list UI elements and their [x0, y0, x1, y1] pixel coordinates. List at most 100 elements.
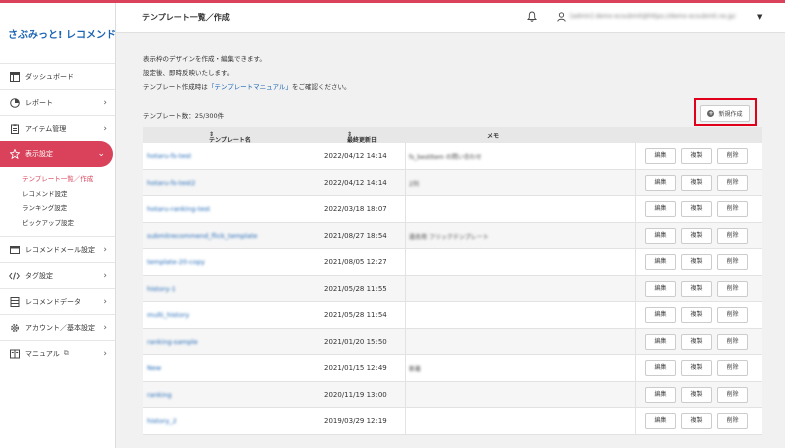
edit-button[interactable]: 編集: [645, 254, 676, 270]
template-table: テンプレート名 ⇕ 最終更新日 ⇕ メモ hotaru-fs-test 2022/…: [143, 127, 762, 435]
edit-button[interactable]: 編集: [645, 333, 676, 350]
column-divider: [635, 143, 636, 169]
template-name-link[interactable]: hotaru-fs-test: [147, 152, 191, 160]
sidebar-item-report[interactable]: レポート ›: [0, 89, 115, 115]
sidebar-item-label: アカウント／基本設定: [25, 323, 95, 332]
delete-button[interactable]: 削除: [717, 174, 748, 191]
last-updated: 2021/08/27 18:54: [324, 231, 387, 240]
intro-line-manual: テンプレート作成時は「テンプレートマニュアル」をご確認ください。: [143, 80, 350, 94]
column-divider: [405, 328, 406, 354]
external-link-icon: ⧉: [63, 349, 69, 357]
intro-text: をご確認ください。: [291, 83, 351, 91]
delete-button[interactable]: 削除: [717, 413, 748, 429]
column-divider: [635, 249, 636, 275]
template-name-link[interactable]: template-20-copy: [147, 258, 205, 266]
copy-button[interactable]: 複製: [681, 307, 712, 323]
delete-button[interactable]: 削除: [717, 201, 748, 217]
sidebar-item-label: アイテム管理: [25, 124, 67, 133]
sidebar-item-label: レコメンドメール設定: [25, 245, 95, 254]
edit-button[interactable]: 編集: [645, 360, 676, 376]
mail-icon: [9, 244, 20, 255]
edit-button[interactable]: 編集: [645, 413, 676, 429]
table-row: hotaru-ranking-test 2022/03/18 18:07 編集 複製削…: [143, 196, 762, 223]
sidebar-item-manual[interactable]: マニュアル ⧉ ›: [0, 340, 115, 366]
edit-button[interactable]: 編集: [645, 386, 676, 403]
user-account-text[interactable]: [admin] demo-ecsubmit@https://demo-ecsub…: [570, 13, 755, 20]
column-divider: [405, 355, 406, 381]
delete-button[interactable]: 削除: [717, 333, 748, 350]
template-manual-link[interactable]: 「テンプレートマニュアル」: [208, 83, 292, 91]
column-divider: [635, 169, 636, 195]
template-name-link[interactable]: submitrecommend_flick_template: [147, 232, 257, 240]
template-name-link[interactable]: ranking: [147, 391, 172, 399]
column-header-date[interactable]: 最終更新日 ⇕: [347, 131, 377, 144]
table-header: テンプレート名 ⇕ 最終更新日 ⇕ メモ: [143, 127, 762, 144]
template-name-link[interactable]: multi_history: [147, 311, 189, 319]
copy-button[interactable]: 複製: [681, 413, 712, 429]
copy-button[interactable]: 複製: [681, 174, 712, 191]
column-divider: [635, 275, 636, 301]
sidebar-item-label: マニュアル: [25, 349, 60, 358]
template-name-link[interactable]: hotaru-ranking-test: [147, 205, 210, 213]
memo-text: 過去用 フリックテンプレート: [409, 233, 489, 241]
column-divider: [405, 408, 406, 434]
last-updated: 2022/03/18 18:07: [324, 205, 387, 213]
column-header-name[interactable]: テンプレート名 ⇕: [209, 131, 251, 144]
edit-button[interactable]: 編集: [645, 148, 676, 164]
edit-button[interactable]: 編集: [645, 174, 676, 191]
sidebar-item-recommend-data[interactable]: レコメンドデータ ›: [0, 288, 115, 314]
template-name-link[interactable]: ranking-sample: [147, 338, 198, 346]
template-name-link[interactable]: history-1: [147, 285, 176, 293]
subnav-item-pickup-settings[interactable]: ピックアップ設定: [22, 216, 115, 231]
chevron-right-icon: ›: [103, 244, 107, 255]
delete-button[interactable]: 削除: [717, 307, 748, 323]
copy-button[interactable]: 複製: [681, 280, 712, 297]
edit-button[interactable]: 編集: [645, 227, 676, 244]
table-row: hotaru-fs-test 2022/04/12 14:14 fs_bestIte…: [143, 143, 762, 170]
delete-button[interactable]: 削除: [717, 360, 748, 376]
table-row: New 2021/01/15 12:49 新着 編集 複製 削除: [143, 355, 762, 382]
copy-button[interactable]: 複製: [681, 148, 712, 164]
logo[interactable]: さぶみっと! レコメンド: [0, 3, 116, 63]
column-divider: [635, 302, 636, 328]
column-divider: [405, 302, 406, 328]
delete-button[interactable]: 削除: [717, 227, 748, 244]
template-name-link[interactable]: hotaru-fs-test2: [147, 179, 195, 187]
edit-button[interactable]: 編集: [645, 307, 676, 323]
user-icon[interactable]: [557, 12, 566, 22]
chevron-right-icon: ›: [103, 97, 107, 108]
caret-down-icon[interactable]: ▼: [757, 13, 762, 21]
column-divider: [635, 222, 636, 248]
copy-button[interactable]: 複製: [681, 227, 712, 244]
highlight-box: [694, 98, 757, 126]
table-row: hotaru-fs-test2 2022/04/12 14:14 2列 編集 複製 削除: [143, 169, 762, 196]
sidebar-subnav: テンプレート一覧／作成 レコメンド設定 ランキング設定 ピックアップ設定: [0, 167, 115, 236]
subnav-item-template-list[interactable]: テンプレート一覧／作成: [22, 172, 115, 187]
sidebar-item-recommend-mail[interactable]: レコメンドメール設定 ›: [0, 236, 115, 262]
copy-button[interactable]: 複製: [681, 201, 712, 217]
last-updated: 2021/01/15 12:49: [324, 364, 387, 372]
copy-button[interactable]: 複製: [681, 386, 712, 403]
template-name-link[interactable]: New: [147, 364, 161, 372]
subnav-item-ranking-settings[interactable]: ランキング設定: [22, 201, 115, 216]
subnav-item-recommend-settings[interactable]: レコメンド設定: [22, 187, 115, 202]
sidebar-item-tag-settings[interactable]: タグ設定 ›: [0, 262, 115, 288]
sidebar: さぶみっと! レコメンド ダッシュボード レポート › アイテム管理 › 表示設…: [0, 3, 116, 448]
sidebar-item-items[interactable]: アイテム管理 ›: [0, 115, 115, 141]
copy-button[interactable]: 複製: [681, 360, 712, 376]
sidebar-item-dashboard[interactable]: ダッシュボード: [0, 63, 115, 89]
copy-button[interactable]: 複製: [681, 254, 712, 270]
sidebar-item-display-settings[interactable]: 表示設定 ⌄: [0, 141, 113, 167]
template-name-link[interactable]: history_2: [147, 417, 177, 425]
edit-button[interactable]: 編集: [645, 280, 676, 297]
sidebar-item-account[interactable]: アカウント／基本設定 ›: [0, 314, 115, 340]
bell-icon[interactable]: [527, 11, 537, 22]
last-updated: 2022/04/12 14:14: [324, 178, 387, 187]
delete-button[interactable]: 削除: [717, 254, 748, 270]
edit-button[interactable]: 編集: [645, 201, 676, 217]
delete-button[interactable]: 削除: [717, 148, 748, 164]
copy-button[interactable]: 複製: [681, 333, 712, 350]
pie-chart-icon: [9, 97, 20, 108]
delete-button[interactable]: 削除: [717, 280, 748, 297]
delete-button[interactable]: 削除: [717, 386, 748, 403]
